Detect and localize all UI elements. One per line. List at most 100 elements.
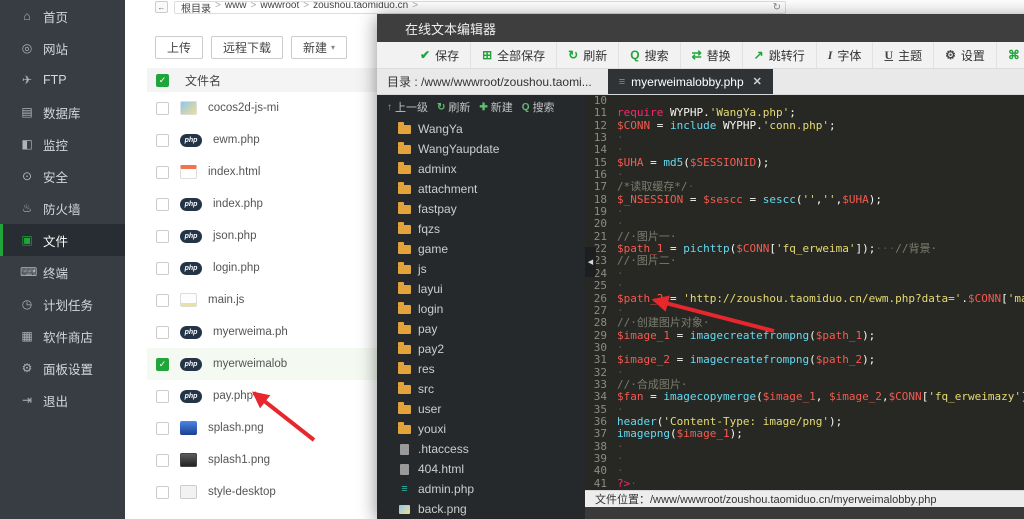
code-line[interactable]: 24 · bbox=[585, 267, 1024, 280]
code-text: imagepng($image_1); bbox=[617, 427, 743, 441]
tree-folder[interactable]: attachment bbox=[377, 179, 585, 199]
editor-file-tree: ↑ 上一级 ↻ 刷新 ✚ 新建 Q 搜索 WangYa WangYaupdate adminx at… bbox=[377, 95, 585, 519]
tree-folder[interactable]: src bbox=[377, 379, 585, 399]
code-line[interactable]: 38 · bbox=[585, 440, 1024, 453]
code-line[interactable]: 12 $CONN = include WYPHP.'conn.php'; bbox=[585, 119, 1024, 132]
tree-folder[interactable]: user bbox=[377, 399, 585, 419]
tree-folder[interactable]: game bbox=[377, 239, 585, 259]
code-line[interactable]: 41 ?>· bbox=[585, 477, 1024, 490]
tree-folder[interactable]: pay bbox=[377, 319, 585, 339]
sidebar-item-appstore[interactable]: ▦ 软件商店 bbox=[0, 320, 125, 352]
ftp-icon: ✈ bbox=[21, 73, 33, 87]
sidebar-item-label: 数据库 bbox=[43, 106, 81, 121]
file-checkbox[interactable] bbox=[156, 197, 169, 211]
sidebar-item-cron[interactable]: ◷ 计划任务 bbox=[0, 288, 125, 320]
tree-file[interactable]: 404.html bbox=[377, 459, 585, 479]
tree-search-button[interactable]: Q 搜索 bbox=[522, 99, 555, 115]
tree-folder[interactable]: res bbox=[377, 359, 585, 379]
tree-file[interactable]: ≡ admin.php bbox=[377, 479, 585, 499]
upload-button[interactable]: 上传 bbox=[155, 36, 204, 59]
breadcrumb-item[interactable]: zoushou.taomiduo.cn bbox=[313, 2, 408, 13]
tree-up-button[interactable]: ↑ 上一级 bbox=[387, 99, 428, 115]
tree-file[interactable]: .htaccess bbox=[377, 439, 585, 459]
sidebar-item-monitor[interactable]: ◧ 监控 bbox=[0, 128, 125, 160]
path-field[interactable]: 根目录 > www > wwwroot > zoushou.taomiduo.cn > ↻ bbox=[174, 0, 786, 14]
sidebar-item-files[interactable]: ▣ 文件 bbox=[0, 224, 125, 256]
tree-folder[interactable]: youxi bbox=[377, 419, 585, 439]
button-label: 保存 bbox=[435, 48, 460, 63]
file-checkbox[interactable] bbox=[156, 261, 169, 275]
breadcrumb-item[interactable]: wwwroot bbox=[260, 2, 299, 13]
theme-button[interactable]: U 主题 bbox=[873, 42, 935, 68]
shortcuts-button[interactable]: ⌘快捷键 bbox=[997, 42, 1024, 68]
path-refresh-icon[interactable]: ↻ bbox=[773, 2, 781, 13]
sidebar-item-logout[interactable]: ⇥ 退出 bbox=[0, 384, 125, 416]
file-checkbox[interactable] bbox=[156, 421, 169, 435]
sidebar-item-panel-settings[interactable]: ⚙ 面板设置 bbox=[0, 352, 125, 384]
refresh-button[interactable]: ↻ 刷新 bbox=[557, 42, 620, 68]
new-button[interactable]: 新建 ▾ bbox=[291, 36, 348, 59]
code-line[interactable]: 13 · bbox=[585, 131, 1024, 144]
file-checkbox[interactable] bbox=[156, 229, 169, 243]
search-icon: Q bbox=[630, 48, 640, 62]
sidebar-item-home[interactable]: ⌂ 首页 bbox=[0, 0, 125, 32]
sidebar-item-database[interactable]: ▤ 数据库 bbox=[0, 96, 125, 128]
tree-collapse-handle[interactable]: ◀ bbox=[585, 247, 596, 277]
code-line[interactable]: 19 · bbox=[585, 205, 1024, 218]
code-line[interactable]: 39 · bbox=[585, 452, 1024, 465]
code-line[interactable]: 26 $path_2 = 'http://zoushou.taomiduo.cn/… bbox=[585, 292, 1024, 305]
tree-refresh-button[interactable]: ↻ 刷新 bbox=[437, 99, 470, 115]
sidebar-item-terminal[interactable]: ⌨ 终端 bbox=[0, 256, 125, 288]
tree-folder[interactable]: adminx bbox=[377, 159, 585, 179]
folder-icon bbox=[398, 221, 411, 234]
tree-folder[interactable]: fastpay bbox=[377, 199, 585, 219]
search-button[interactable]: Q 搜索 bbox=[619, 42, 681, 68]
code-editor[interactable]: 10 11 require WYPHP.'WangYa.php'; 12 $CONN =… bbox=[585, 95, 1024, 490]
tree-folder[interactable]: pay2 bbox=[377, 339, 585, 359]
breadcrumb-item[interactable]: www bbox=[225, 2, 247, 13]
font-button[interactable]: I 字体 bbox=[817, 42, 874, 68]
file-checkbox[interactable] bbox=[156, 325, 169, 339]
save-all-button[interactable]: ⊞ 全部保存 bbox=[471, 42, 558, 68]
select-all-checkbox[interactable]: ✓ bbox=[156, 73, 169, 87]
sidebar-item-security[interactable]: ⊙ 安全 bbox=[0, 160, 125, 192]
tree-new-button[interactable]: ✚ 新建 bbox=[479, 99, 512, 115]
goto-line-button[interactable]: ↗ 跳转行 bbox=[743, 42, 817, 68]
file-checkbox[interactable] bbox=[156, 485, 169, 499]
breadcrumb-item[interactable]: 根目录 bbox=[181, 2, 211, 13]
code-line[interactable]: 18 $_NSESSION = $sescc = sescc('','',$UHA… bbox=[585, 193, 1024, 206]
file-checkbox[interactable] bbox=[156, 389, 169, 403]
remote-download-button[interactable]: 远程下载 bbox=[211, 36, 284, 59]
code-line[interactable]: 29 $image_1 = imagecreatefrompng($path_1)… bbox=[585, 329, 1024, 342]
tree-folder[interactable]: login bbox=[377, 299, 585, 319]
sidebar-item-firewall[interactable]: ♨ 防火墙 bbox=[0, 192, 125, 224]
code-line[interactable]: 34 $fan = imagecopymerge($image_1, $image… bbox=[585, 390, 1024, 403]
file-checkbox[interactable] bbox=[156, 293, 169, 307]
code-line[interactable]: 23//·图片二· bbox=[585, 255, 1024, 268]
file-checkbox[interactable] bbox=[156, 133, 169, 147]
file-checkbox[interactable] bbox=[156, 165, 169, 179]
tree-file[interactable]: back.png bbox=[377, 499, 585, 519]
tree-folder[interactable]: layui bbox=[377, 279, 585, 299]
tab-close-icon[interactable]: ✕ bbox=[753, 75, 762, 88]
tree-folder[interactable]: js bbox=[377, 259, 585, 279]
tree-folder[interactable]: WangYa bbox=[377, 119, 585, 139]
back-button[interactable]: ← bbox=[155, 1, 168, 13]
sidebar-item-ftp[interactable]: ✈ FTP bbox=[0, 64, 125, 96]
file-name: 404.html bbox=[418, 462, 465, 476]
code-line[interactable]: 37 imagepng($image_1); bbox=[585, 427, 1024, 441]
tree-folder[interactable]: fqzs bbox=[377, 219, 585, 239]
code-line[interactable]: 15 $UHA = md5($SESSIONID); bbox=[585, 156, 1024, 169]
editor-file-tab[interactable]: ≡ myerweimalobby.php ✕ bbox=[607, 69, 773, 94]
replace-button[interactable]: ⇄ 替换 bbox=[681, 42, 743, 68]
code-line[interactable]: 31 $image_2 = imagecreatefrompng($path_2)… bbox=[585, 353, 1024, 366]
file-checkbox[interactable] bbox=[156, 101, 169, 115]
file-checkbox[interactable]: ✓ bbox=[156, 357, 169, 371]
sidebar-item-site[interactable]: ◎ 网站 bbox=[0, 32, 125, 64]
settings-button[interactable]: ⚙ 设置 bbox=[934, 42, 997, 68]
code-line[interactable]: 40 · bbox=[585, 464, 1024, 477]
editor-titlebar[interactable]: 在线文本编辑器 —□✕ bbox=[377, 14, 1024, 42]
tree-folder[interactable]: WangYaupdate bbox=[377, 139, 585, 159]
save-button[interactable]: ✔ 保存 bbox=[409, 42, 472, 68]
file-checkbox[interactable] bbox=[156, 453, 169, 467]
